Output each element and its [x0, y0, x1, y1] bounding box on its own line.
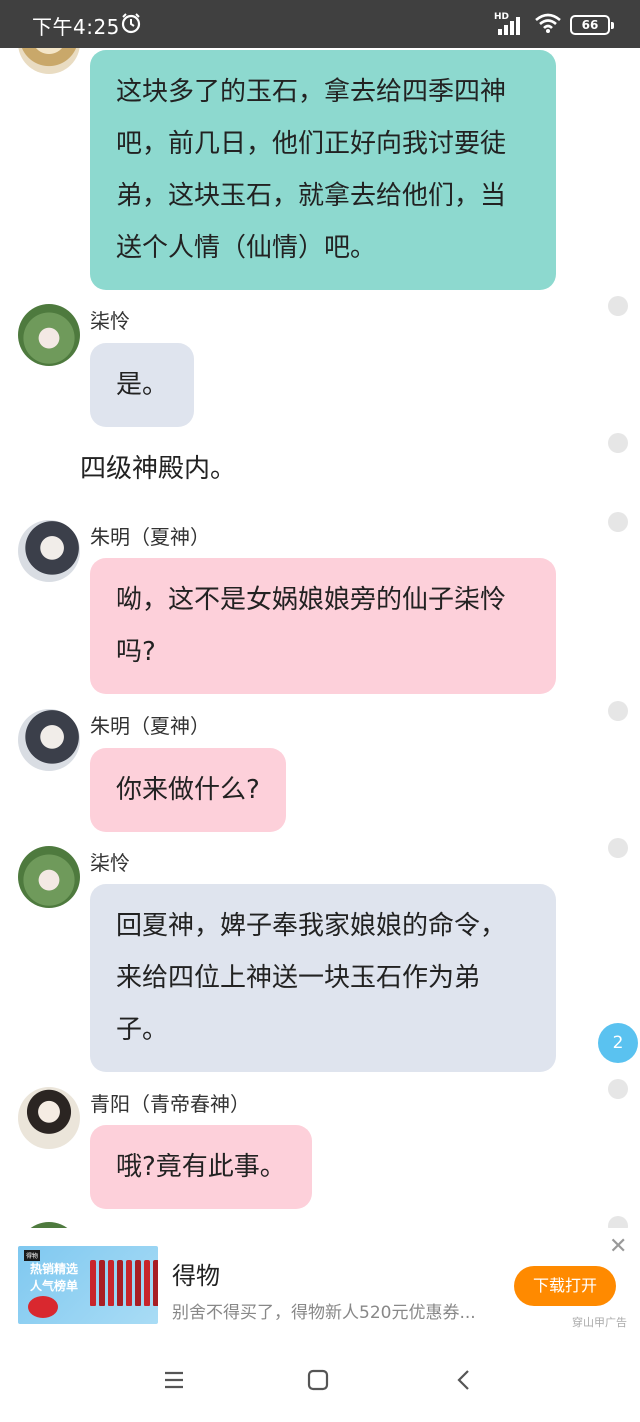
ad-image[interactable]: 得物 热销精选 人气榜单: [18, 1246, 158, 1324]
message-text: 你来做什么?: [116, 775, 260, 805]
sender-name: 朱明（夏神）: [90, 714, 210, 738]
unread-count-badge[interactable]: 2: [598, 1023, 638, 1063]
sender-name: 朱明（夏神）: [90, 525, 210, 549]
ad-image-text: 热销精选: [30, 1262, 79, 1276]
message-bubble[interactable]: 这块多了的玉石，拿去给四季四神吧，前几日，他们正好向我讨要徒弟，这块玉石，就拿去…: [90, 50, 556, 290]
message-text: 呦，这不是女娲娘娘旁的仙子柒怜吗?: [116, 585, 507, 667]
lipstick-image: [90, 1260, 158, 1306]
chat-area[interactable]: 这块多了的玉石，拿去给四季四神吧，前几日，他们正好向我讨要徒弟，这块玉石，就拿去…: [0, 48, 640, 1228]
ad-download-button[interactable]: 下载打开: [514, 1266, 616, 1306]
menu-icon[interactable]: [162, 1368, 186, 1396]
read-indicator: [608, 512, 628, 532]
ad-description[interactable]: 别舍不得买了，得物新人520元优惠券...: [172, 1298, 476, 1323]
alarm-icon: [120, 12, 142, 38]
signal-icon: HD: [494, 12, 526, 36]
message-bubble[interactable]: 哦?竟有此事。: [90, 1125, 312, 1209]
message-text: 哦?竟有此事。: [116, 1152, 286, 1182]
message-text: 是。: [116, 370, 169, 400]
ad-image-text: 人气榜单: [30, 1279, 79, 1293]
sender-name: 柒怜: [90, 309, 130, 333]
avatar[interactable]: [18, 304, 80, 366]
ad-banner[interactable]: 得物 热销精选 人气榜单 得物 别舍不得买了，得物新人520元优惠券... 下载…: [0, 1228, 640, 1338]
home-icon[interactable]: [306, 1368, 330, 1396]
sender-name: 柒怜: [90, 851, 130, 875]
lips-image: [28, 1296, 58, 1318]
read-indicator: [608, 296, 628, 316]
message-text: 这块多了的玉石，拿去给四季四神吧，前几日，他们正好向我讨要徒弟，这块玉石，就拿去…: [116, 77, 507, 263]
message-bubble[interactable]: 回夏神，婢子奉我家娘娘的命令，来给四位上神送一块玉石作为弟子。: [90, 884, 556, 1072]
avatar[interactable]: [18, 709, 80, 771]
battery-icon: 66: [570, 15, 614, 35]
status-bar: 下午4:25 HD 66: [0, 0, 640, 48]
narration-text: 四级神殿内。: [80, 454, 237, 484]
read-indicator: [608, 1079, 628, 1099]
message-bubble[interactable]: 是。: [90, 343, 195, 427]
status-icons: HD 66: [494, 12, 614, 38]
avatar[interactable]: [18, 1087, 80, 1149]
read-indicator: [608, 1216, 628, 1228]
message-text: 回夏神，婢子奉我家娘娘的命令，来给四位上神送一块玉石作为弟子。: [116, 911, 507, 1045]
ad-source-label: 穿山甲广告: [572, 1316, 627, 1329]
ad-title[interactable]: 得物: [172, 1256, 220, 1291]
status-time: 下午4:25: [32, 15, 120, 39]
read-indicator: [608, 701, 628, 721]
avatar[interactable]: [18, 846, 80, 908]
read-indicator: [608, 433, 628, 453]
wifi-icon: [534, 12, 562, 38]
message-bubble[interactable]: 呦，这不是女娲娘娘旁的仙子柒怜吗?: [90, 558, 556, 694]
avatar[interactable]: [18, 520, 80, 582]
navigation-bar: [0, 1338, 640, 1422]
avatar[interactable]: [18, 48, 80, 74]
sender-name: 青阳（青帝春神）: [90, 1092, 250, 1116]
message-bubble[interactable]: 你来做什么?: [90, 748, 286, 832]
back-icon[interactable]: [452, 1368, 476, 1396]
read-indicator: [608, 838, 628, 858]
close-icon[interactable]: ✕: [609, 1234, 627, 1259]
network-type: HD: [494, 12, 510, 22]
